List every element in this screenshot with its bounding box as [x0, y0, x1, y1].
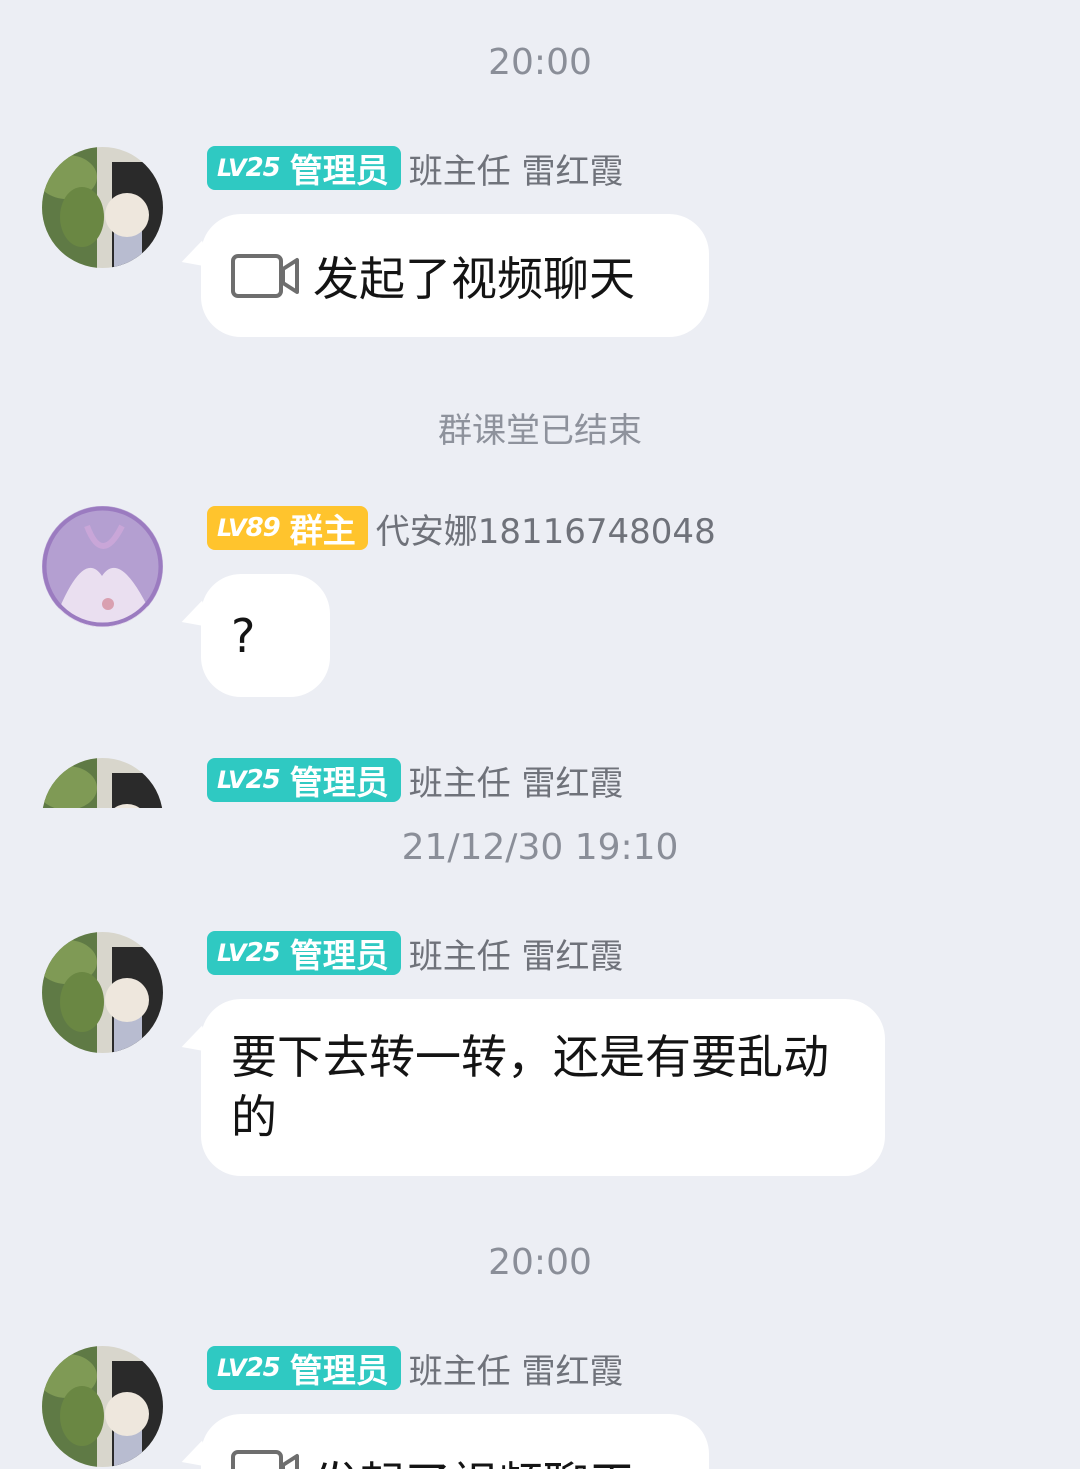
avatar[interactable]	[42, 932, 163, 1053]
message-text: 发起了视频聊天	[313, 1448, 635, 1469]
avatar-image	[42, 147, 163, 268]
avatar-image	[42, 932, 163, 1053]
admin-badge: LV25 管理员	[207, 1346, 401, 1390]
avatar[interactable]	[42, 758, 163, 808]
system-message: 群课堂已结束	[438, 411, 642, 451]
sender-line: LV25 管理员 班主任 雷红霞	[207, 1344, 624, 1393]
timestamp: 21/12/30 19:10	[401, 827, 679, 868]
message-text: ?	[231, 608, 256, 663]
admin-badge: LV25 管理员	[207, 931, 401, 975]
avatar-image	[42, 758, 163, 808]
video-camera-icon	[231, 1450, 299, 1469]
sender-line: LV89 群主 代安娜18116748048	[207, 504, 716, 553]
sender-name[interactable]: 班主任 雷红霞	[409, 144, 624, 193]
avatar-image	[42, 506, 163, 627]
message-bubble[interactable]: 发起了视频聊天	[201, 1414, 709, 1469]
message-clipped: LV25 管理员 班主任 雷红霞	[0, 740, 1080, 808]
message-bubble[interactable]: 要下去转一转，还是有要乱动的	[201, 999, 885, 1176]
message-bubble[interactable]: ?	[201, 574, 330, 697]
sender-name[interactable]: 班主任 雷红霞	[409, 1344, 624, 1393]
timestamp: 20:00	[488, 42, 592, 83]
message-bubble[interactable]: 发起了视频聊天	[201, 214, 709, 337]
admin-badge: LV25 管理员	[207, 758, 401, 802]
owner-badge: LV89 群主	[207, 506, 368, 550]
sender-line: LV25 管理员 班主任 雷红霞	[207, 144, 624, 193]
sender-name[interactable]: 班主任 雷红霞	[409, 929, 624, 978]
message-text: 发起了视频聊天	[313, 251, 635, 306]
avatar[interactable]	[42, 147, 163, 268]
admin-badge: LV25 管理员	[207, 146, 401, 190]
sender-name[interactable]: 班主任 雷红霞	[409, 756, 624, 805]
timestamp: 20:00	[488, 1242, 592, 1283]
sender-line: LV25 管理员 班主任 雷红霞	[207, 756, 624, 805]
avatar[interactable]	[42, 1346, 163, 1467]
chat-message-list[interactable]: 20:00 LV25 管理员 班主任 雷红霞 发起了视频聊天 群课堂已结束 LV…	[0, 0, 1080, 1469]
sender-line: LV25 管理员 班主任 雷红霞	[207, 929, 624, 978]
sender-name[interactable]: 代安娜18116748048	[376, 504, 716, 553]
video-camera-icon	[231, 253, 299, 298]
message-text: 要下去转一转，还是有要乱动的	[231, 1030, 829, 1144]
avatar-image	[42, 1346, 163, 1467]
avatar[interactable]	[42, 506, 163, 627]
